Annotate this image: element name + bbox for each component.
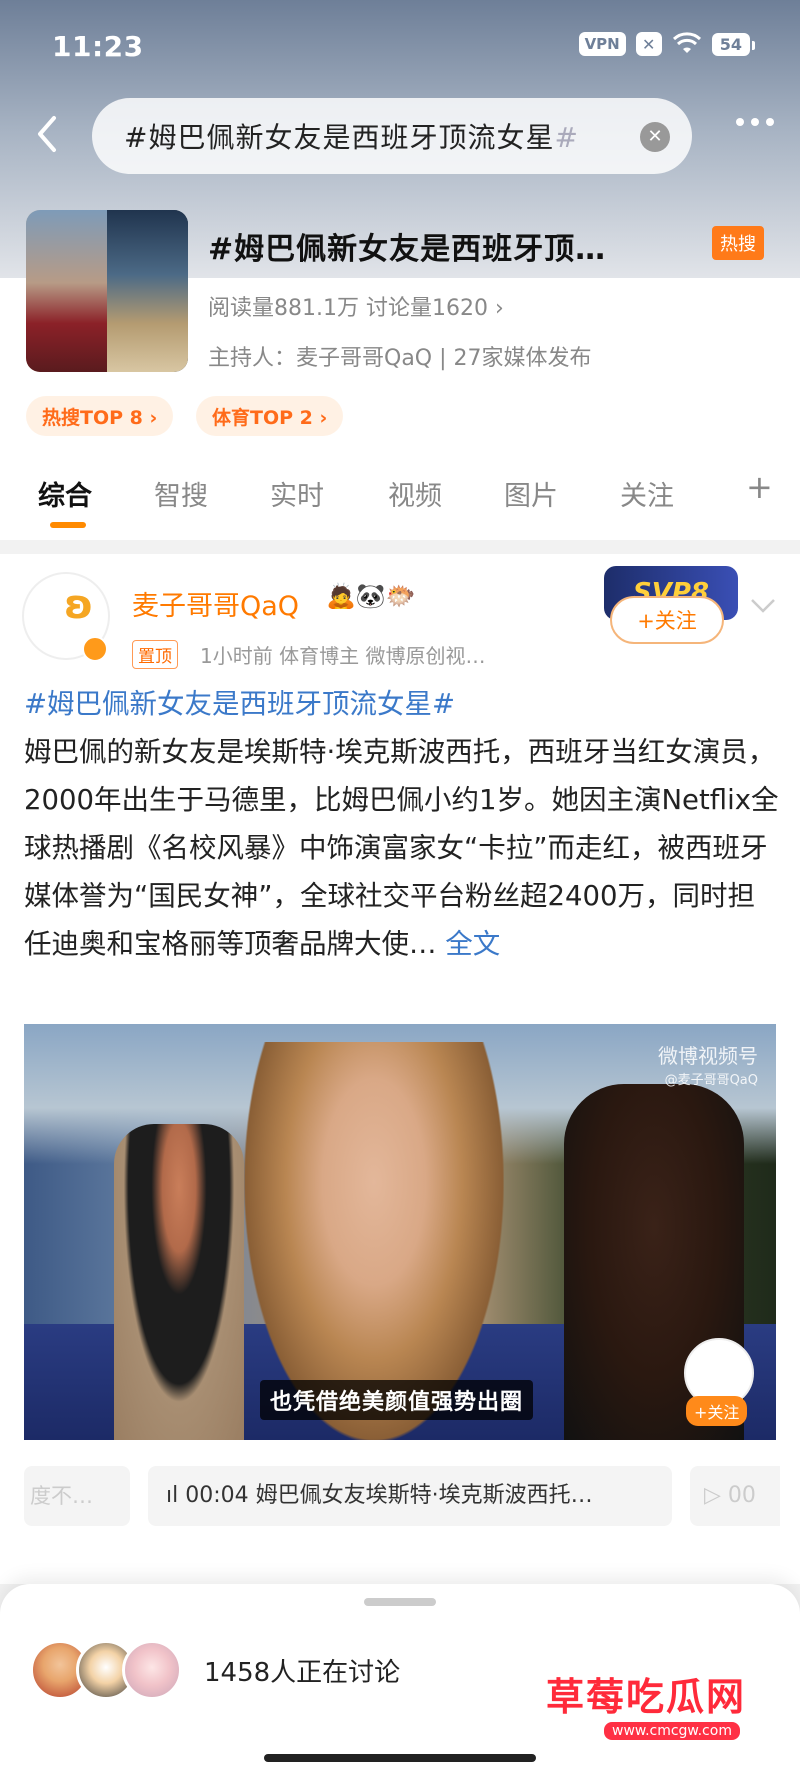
discussion-sheet[interactable]: 1458人正在讨论 草莓吃瓜网 www.cmcgw.com bbox=[0, 1584, 800, 1777]
post-hashtag[interactable]: #姆巴佩新女友是西班牙顶流女星# bbox=[24, 688, 455, 720]
post-meta: 1小时前 体育博主 微博原创视… bbox=[200, 644, 486, 668]
tab-images[interactable]: 图片 bbox=[504, 474, 558, 513]
tab-general[interactable]: 综合 bbox=[38, 474, 92, 513]
chevron-left-icon bbox=[38, 116, 56, 152]
home-indicator[interactable] bbox=[264, 1754, 536, 1762]
video-player[interactable]: 微博视频号 @麦子哥哥QaQ 也凭借绝美颜值强势出圈 +关注 bbox=[24, 1024, 776, 1440]
site-watermark-url: www.cmcgw.com bbox=[604, 1722, 740, 1740]
discussion-count: 1458人正在讨论 bbox=[204, 1658, 401, 1688]
vpn-icon: VPN bbox=[578, 32, 626, 56]
sheet-drag-handle[interactable] bbox=[364, 1598, 436, 1606]
topic-host: 主持人：麦子哥哥QaQ | 27家媒体发布 bbox=[208, 346, 592, 371]
status-icons: VPN ✕ 54 bbox=[578, 32, 756, 56]
hot-badge: 热搜 bbox=[712, 226, 764, 260]
post-body: #姆巴佩新女友是西班牙顶流女星# 姆巴佩的新女友是埃斯特·埃克斯波西托，西班牙当… bbox=[24, 680, 780, 968]
search-query: #姆巴佩新女友是西班牙顶流女星# bbox=[124, 121, 579, 154]
video-subtitle: 也凭借绝美颜值强势出圈 bbox=[260, 1380, 534, 1420]
tab-realtime[interactable]: 实时 bbox=[270, 474, 324, 513]
video-follow-button[interactable]: +关注 bbox=[686, 1396, 748, 1426]
battery-icon: 54 bbox=[711, 32, 756, 56]
more-options-button[interactable] bbox=[736, 118, 774, 126]
verified-badge-icon bbox=[82, 636, 108, 662]
chevron-down-icon[interactable] bbox=[750, 598, 776, 614]
read-full-link[interactable]: 全文 bbox=[445, 928, 500, 960]
tab-smart-search[interactable]: 智搜 bbox=[154, 474, 208, 513]
sports-rank-chip[interactable]: 体育TOP 2 › bbox=[196, 396, 344, 436]
video-watermark: 微博视频号 @麦子哥哥QaQ bbox=[658, 1044, 758, 1088]
search-input[interactable]: #姆巴佩新女友是西班牙顶流女星# ✕ bbox=[92, 98, 692, 174]
clear-search-button[interactable]: ✕ bbox=[640, 122, 670, 152]
topic-title: #姆巴佩新女友是西班牙顶… bbox=[208, 232, 607, 267]
participant-avatars bbox=[30, 1640, 190, 1700]
chapter-prev[interactable]: 度不… bbox=[24, 1466, 130, 1526]
author-badges: 🙇🐼🐡 bbox=[326, 582, 416, 610]
tab-bar: 综合 智搜 实时 视频 图片 关注 + bbox=[0, 460, 800, 534]
wifi-icon bbox=[672, 32, 701, 53]
pinned-tag: 置顶 bbox=[132, 640, 178, 669]
chapter-current[interactable]: ıl 00:04 姆巴佩女友埃斯特·埃克斯波西托… bbox=[148, 1466, 672, 1526]
add-tab-button[interactable]: + bbox=[746, 468, 773, 506]
active-tab-indicator bbox=[50, 522, 86, 528]
back-button[interactable] bbox=[26, 110, 66, 158]
status-time: 11:23 bbox=[52, 30, 144, 63]
x-badge-icon: ✕ bbox=[635, 32, 662, 56]
topic-thumbnail[interactable] bbox=[26, 210, 188, 372]
post-card: ʚ 麦子哥哥QaQ 🙇🐼🐡 置顶 1小时前 体育博主 微博原创视… SVP8 +… bbox=[0, 554, 800, 1584]
participant-avatar bbox=[122, 1640, 182, 1700]
status-bar: 11:23 VPN ✕ 54 bbox=[0, 0, 800, 90]
post-text: 姆巴佩的新女友是埃斯特·埃克斯波西托，西班牙当红女演员，2000年出生于马德里，… bbox=[24, 736, 779, 960]
author-name[interactable]: 麦子哥哥QaQ bbox=[132, 584, 299, 623]
tab-video[interactable]: 视频 bbox=[388, 474, 442, 513]
hot-rank-chip[interactable]: 热搜TOP 8 › bbox=[26, 396, 174, 436]
tab-following[interactable]: 关注 bbox=[620, 474, 674, 513]
chapter-next[interactable]: ▷ 00 bbox=[690, 1466, 780, 1526]
site-watermark-logo: 草莓吃瓜网 bbox=[546, 1675, 747, 1719]
follow-button[interactable]: +关注 bbox=[610, 596, 724, 644]
topic-stats[interactable]: 阅读量881.1万 讨论量1620 › bbox=[208, 290, 504, 322]
